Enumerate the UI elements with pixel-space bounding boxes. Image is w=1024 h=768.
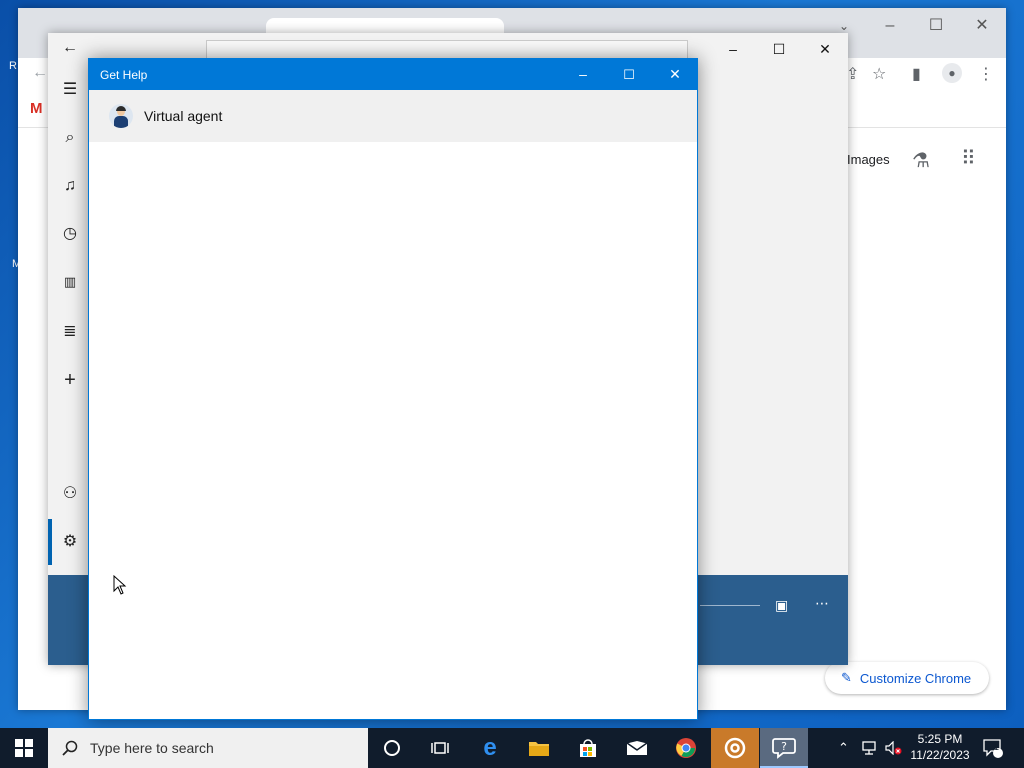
gmail-icon[interactable]: M	[30, 100, 43, 117]
notification-count: 1	[994, 742, 1000, 752]
virtual-agent-label: Virtual agent	[144, 108, 223, 124]
settings-gear-icon[interactable]: ⚙	[48, 527, 92, 557]
music-note-icon[interactable]: ♫	[48, 171, 92, 201]
close-icon[interactable]: ✕	[802, 35, 848, 63]
nav-selection-indicator	[48, 519, 52, 565]
system-clock[interactable]: 5:25 PM 11/22/2023	[904, 731, 976, 763]
minimize-icon[interactable]: –	[870, 14, 910, 38]
maximize-icon[interactable]: ☐	[916, 14, 956, 38]
hamburger-icon[interactable]: ☰	[48, 75, 92, 105]
cortana-icon[interactable]	[368, 728, 416, 768]
taskbar-search-box[interactable]: Type here to search	[48, 728, 368, 768]
groove-nav-pane: ← ☰ ⌕ ♫ ◷ ▥ ≣ + ⚇ ⚙	[48, 33, 92, 575]
search-icon[interactable]: ⌕	[48, 123, 92, 153]
apps-grid-icon[interactable]: ⠿	[961, 146, 976, 171]
pencil-icon: ✎	[841, 670, 852, 685]
taskbar: Type here to search e ? ⌃ 5:25 PM 11/22/…	[0, 728, 1024, 768]
minimize-icon[interactable]: –	[710, 35, 756, 63]
file-explorer-icon[interactable]	[515, 728, 563, 768]
close-icon[interactable]: ✕	[962, 14, 1002, 38]
groove-music-icon[interactable]	[711, 728, 759, 768]
minimize-icon[interactable]: –	[560, 59, 606, 90]
action-center-icon[interactable]: 1	[982, 728, 1004, 768]
get-help-icon[interactable]: ?	[760, 728, 808, 768]
seek-bar[interactable]	[700, 605, 760, 606]
labs-flask-icon[interactable]: ⚗	[912, 148, 930, 173]
get-help-window: Get Help – ☐ ✕ Virtual agent	[88, 58, 698, 720]
clock-date: 11/22/2023	[910, 748, 970, 762]
bookmark-star-icon[interactable]: ☆	[872, 64, 886, 84]
virtual-agent-item[interactable]: Virtual agent	[89, 90, 697, 142]
clock-time: 5:25 PM	[917, 732, 963, 746]
network-icon[interactable]	[862, 728, 880, 768]
new-playlist-plus-icon[interactable]: +	[48, 365, 92, 395]
now-playing-icon[interactable]: ▥	[48, 267, 92, 297]
side-panel-icon[interactable]: ▮	[912, 64, 921, 84]
search-icon	[62, 740, 78, 756]
profile-icon[interactable]: ●	[942, 63, 962, 83]
close-icon[interactable]: ✕	[652, 59, 698, 90]
show-hidden-icons[interactable]: ⌃	[838, 728, 849, 768]
window-title: Get Help	[100, 68, 148, 82]
images-link[interactable]: Images	[847, 152, 890, 167]
menu-icon[interactable]: ⋮	[978, 64, 994, 84]
add-user-icon[interactable]: ⚇	[48, 479, 92, 509]
customize-chrome-label: Customize Chrome	[859, 670, 972, 686]
task-view-icon[interactable]	[416, 728, 464, 768]
mini-view-icon[interactable]: ▣	[775, 597, 788, 614]
get-help-titlebar: Get Help – ☐ ✕	[89, 59, 697, 90]
chrome-icon[interactable]	[662, 728, 710, 768]
share-icon[interactable]: ⇪	[846, 64, 859, 84]
edge-browser-icon[interactable]: e	[466, 728, 514, 768]
back-icon[interactable]: ←	[32, 64, 48, 82]
microsoft-store-icon[interactable]	[564, 728, 612, 768]
virtual-agent-avatar-icon	[109, 104, 133, 128]
svg-text:?: ?	[781, 740, 787, 753]
volume-muted-icon[interactable]	[885, 728, 903, 768]
more-options-icon[interactable]: ⋯	[815, 595, 829, 612]
back-icon[interactable]: ←	[48, 33, 92, 63]
maximize-icon[interactable]: ☐	[606, 59, 652, 90]
start-button[interactable]	[0, 728, 48, 768]
customize-chrome-button[interactable]: ✎ Customize Chrome	[825, 662, 989, 694]
mouse-cursor-icon	[113, 575, 127, 595]
playlists-icon[interactable]: ≣	[48, 317, 92, 347]
windows-logo-icon	[15, 739, 33, 757]
mail-icon[interactable]	[613, 728, 661, 768]
maximize-icon[interactable]: ☐	[756, 35, 802, 63]
search-placeholder: Type here to search	[90, 740, 214, 756]
recent-clock-icon[interactable]: ◷	[48, 219, 92, 249]
desktop-icon-label: R	[9, 60, 17, 72]
